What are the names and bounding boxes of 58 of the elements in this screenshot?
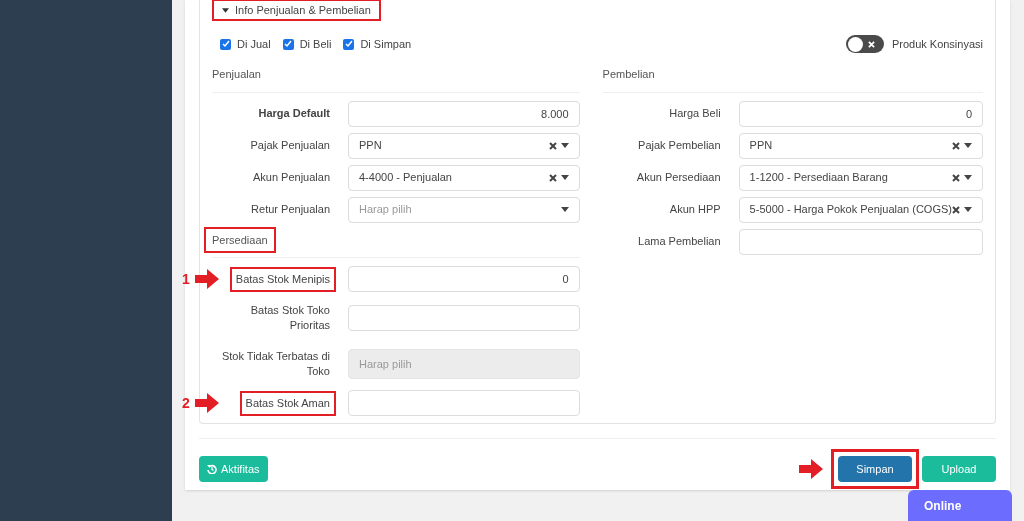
annotation-number: 1 <box>182 269 190 289</box>
field-label: Stok Tidak Terbatas di Toko <box>220 349 331 379</box>
toggle-label: Produk Konsinyasi <box>891 36 983 52</box>
checkbox-icon[interactable] <box>343 38 355 50</box>
field-label: Pajak Penjualan <box>249 138 331 153</box>
input-field[interactable]: 8.000 <box>348 100 580 127</box>
caret-icon <box>560 143 569 148</box>
select-field[interactable]: 1-1200 - Persediaan Barang <box>738 164 983 191</box>
status-badge: Online <box>908 490 1012 521</box>
section-heading: Pembelian <box>601 67 656 82</box>
checkbox[interactable]: Di Simpan <box>343 35 412 53</box>
input-field[interactable]: 0 <box>348 266 580 292</box>
field-label: Pajak Pembelian <box>637 138 722 153</box>
close-icon <box>867 40 875 48</box>
arrow-icon <box>798 458 824 481</box>
clear-icon[interactable] <box>548 141 557 150</box>
field-label: Akun Persediaan <box>635 170 722 185</box>
input-field[interactable] <box>348 305 580 331</box>
arrow-icon <box>193 268 220 290</box>
clear-icon[interactable] <box>952 205 960 214</box>
clear-icon[interactable] <box>952 173 960 182</box>
field-label: Batas Stok Aman <box>239 390 336 416</box>
checkbox-icon[interactable] <box>282 38 294 50</box>
select-field[interactable]: 4-4000 - Penjualan <box>348 164 580 191</box>
field-label: Harga Beli <box>668 106 722 121</box>
history-icon <box>207 464 217 475</box>
toggle-switch[interactable] <box>845 35 884 53</box>
arrow-icon <box>193 392 220 414</box>
field-label: Harga Default <box>257 106 331 121</box>
section-heading: Persediaan <box>204 226 276 253</box>
field-label: Akun Penjualan <box>251 170 331 185</box>
caret-icon <box>964 175 972 180</box>
section-heading: Penjualan <box>211 67 262 82</box>
select-field[interactable]: PPN <box>348 132 580 159</box>
select-field[interactable]: PPN <box>738 132 983 159</box>
select-field: Harap pilih <box>348 349 580 379</box>
clear-icon[interactable] <box>548 173 557 182</box>
caret-icon <box>222 7 229 13</box>
save-button[interactable]: Simpan <box>838 456 912 483</box>
input-field[interactable] <box>738 228 983 255</box>
clear-icon[interactable] <box>952 141 960 150</box>
field-label: Retur Penjualan <box>250 202 331 217</box>
checkbox[interactable]: Di Jual <box>220 35 271 53</box>
caret-icon <box>964 143 972 148</box>
input-field[interactable]: 0 <box>738 100 983 127</box>
field-label: Batas Stok Menipis <box>229 266 336 292</box>
checkbox[interactable]: Di Beli <box>282 35 332 53</box>
field-label: Batas Stok Toko Prioritas <box>249 303 331 333</box>
caret-icon <box>964 207 972 212</box>
select-field[interactable]: 5-5000 - Harga Pokok Penjualan (COGS) <box>738 196 983 223</box>
annotation-number: 2 <box>182 393 190 413</box>
section-toggle[interactable]: Info Penjualan & Pembelian <box>212 0 381 21</box>
caret-icon <box>560 175 569 180</box>
input-field[interactable] <box>348 390 580 416</box>
caret-icon <box>560 207 569 212</box>
field-label: Akun HPP <box>668 202 722 217</box>
checkbox-icon[interactable] <box>220 38 231 50</box>
field-label: Lama Pembelian <box>637 234 722 249</box>
